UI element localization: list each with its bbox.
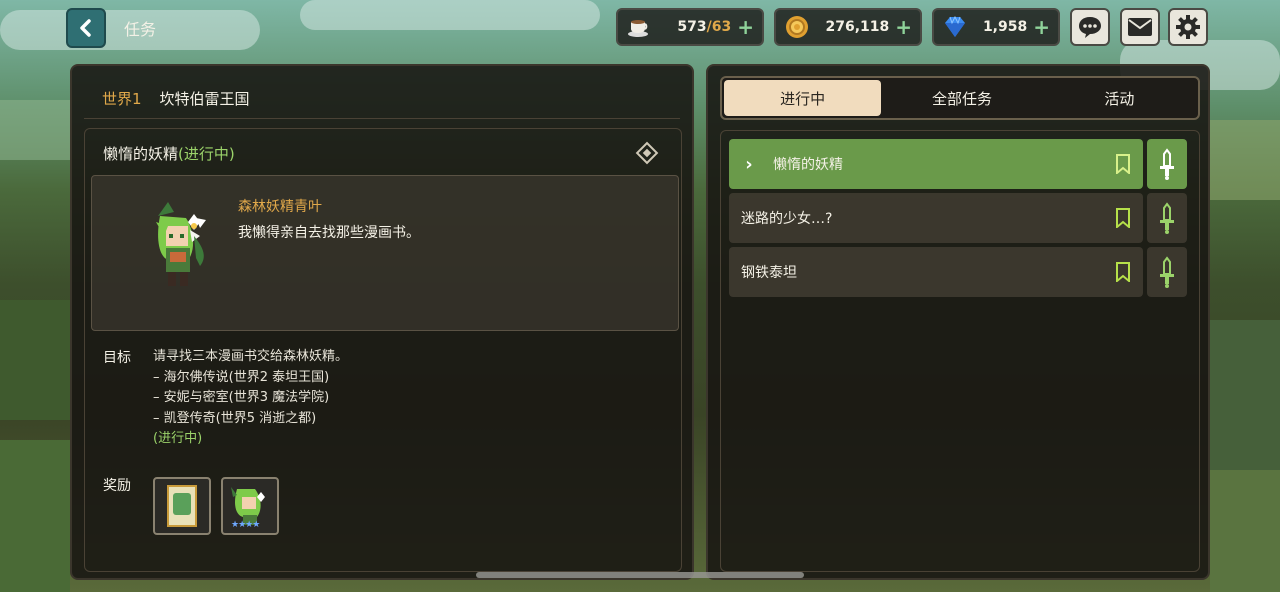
diamond-icon xyxy=(942,14,968,40)
scrollbar[interactable] xyxy=(476,572,804,578)
quest-title-text: 懒惰的妖精 xyxy=(103,145,179,163)
quest-status: (进行中) xyxy=(178,145,235,163)
gear-icon xyxy=(1176,15,1200,39)
goal-line: – 凯登传奇(世界5 消逝之都) xyxy=(153,410,317,426)
goal-status: (进行中) xyxy=(153,431,203,446)
gold-value: 276,118 xyxy=(825,19,890,35)
track-quest-button[interactable] xyxy=(1147,247,1187,297)
star-rating-icon: ★★★★ xyxy=(231,520,260,530)
quest-name: 迷路的少女…? xyxy=(741,211,833,227)
goal-line: – 安妮与密室(世界3 魔法学院) xyxy=(153,390,330,405)
quest-detail-panel: 世界1 坎特伯雷王国 懒惰的妖精(进行中) 森林妖精青叶 我懒得亲自去找那些漫画… xyxy=(70,64,694,580)
navigate-icon[interactable] xyxy=(635,141,659,165)
list-item[interactable]: 迷路的少女…? xyxy=(729,193,1143,243)
list-item[interactable]: › 懒惰的妖精 xyxy=(729,139,1143,189)
sword-icon xyxy=(1160,202,1174,234)
stamina-cap: /63 xyxy=(706,19,732,35)
npc-dialogue: 我懒得亲自去找那些漫画书。 xyxy=(238,225,420,241)
world-header: 世界1 坎特伯雷王国 xyxy=(102,88,250,109)
reward-hero-item[interactable]: ★★★★ xyxy=(221,477,279,535)
quest-title: 懒惰的妖精(进行中) xyxy=(103,143,235,164)
reward-label: 奖励 xyxy=(103,478,131,494)
npc-portrait xyxy=(138,196,214,292)
coffee-cup-icon xyxy=(626,14,652,40)
gold-counter[interactable]: 276,118 + xyxy=(774,8,922,46)
gold-coin-icon xyxy=(784,14,810,40)
stamina-value: 573 xyxy=(677,19,707,35)
chevron-right-icon: › xyxy=(745,153,753,175)
npc-dialog: 森林妖精青叶 我懒得亲自去找那些漫画书。 xyxy=(91,175,679,331)
goal-line: – 海尔佛传说(世界2 泰坦王国) xyxy=(153,369,330,385)
quest-list-panel: 进行中 全部任务 活动 › 懒惰的妖精 迷路的少女…? 钢铁泰坦 xyxy=(706,64,1210,580)
quest-name: 懒惰的妖精 xyxy=(773,157,843,173)
gem-counter[interactable]: 1,958 + xyxy=(932,8,1060,46)
add-stamina-button[interactable]: + xyxy=(737,17,754,37)
bookmark-icon[interactable] xyxy=(1103,262,1143,282)
quest-name: 钢铁泰坦 xyxy=(741,265,797,281)
quest-tabs: 进行中 全部任务 活动 xyxy=(720,76,1200,120)
chat-button[interactable] xyxy=(1070,8,1110,46)
back-button[interactable] xyxy=(66,8,106,48)
tab-all-quests[interactable]: 全部任务 xyxy=(883,78,1040,118)
mail-icon xyxy=(1128,18,1152,36)
track-quest-button[interactable] xyxy=(1147,139,1187,189)
mail-button[interactable] xyxy=(1120,8,1160,46)
settings-button[interactable] xyxy=(1168,8,1208,46)
world-name: 坎特伯雷王国 xyxy=(159,90,250,108)
sword-icon xyxy=(1160,256,1174,288)
stamina-counter[interactable]: 573/63 + xyxy=(616,8,764,46)
goal-list: 请寻找三本漫画书交给森林妖精。 – 海尔佛传说(世界2 泰坦王国) – 安妮与密… xyxy=(153,347,348,450)
bookmark-icon[interactable] xyxy=(1103,208,1143,228)
chevron-left-icon xyxy=(80,19,91,37)
goal-line: 请寻找三本漫画书交给森林妖精。 xyxy=(153,349,349,364)
quest-list: › 懒惰的妖精 迷路的少女…? 钢铁泰坦 xyxy=(720,130,1200,572)
goal-label: 目标 xyxy=(103,350,131,366)
add-gold-button[interactable]: + xyxy=(895,17,912,37)
tab-in-progress[interactable]: 进行中 xyxy=(724,80,882,116)
gem-value: 1,958 xyxy=(982,19,1028,35)
list-item[interactable]: 钢铁泰坦 xyxy=(729,247,1143,297)
npc-name: 森林妖精青叶 xyxy=(238,199,322,215)
bookmark-icon[interactable] xyxy=(1103,154,1143,174)
chat-icon xyxy=(1079,17,1101,38)
sword-icon xyxy=(1160,148,1174,180)
world-tag: 世界1 xyxy=(102,90,142,108)
quest-detail-box: 懒惰的妖精(进行中) 森林妖精青叶 我懒得亲自去找那些漫画书。 目标 请寻找三本… xyxy=(84,128,682,572)
reward-card-item[interactable] xyxy=(153,477,211,535)
page-title: 任务 xyxy=(124,20,157,39)
divider xyxy=(84,118,680,119)
track-quest-button[interactable] xyxy=(1147,193,1187,243)
add-gem-button[interactable]: + xyxy=(1033,17,1050,37)
card-icon xyxy=(167,485,197,527)
tab-events[interactable]: 活动 xyxy=(1041,78,1198,118)
